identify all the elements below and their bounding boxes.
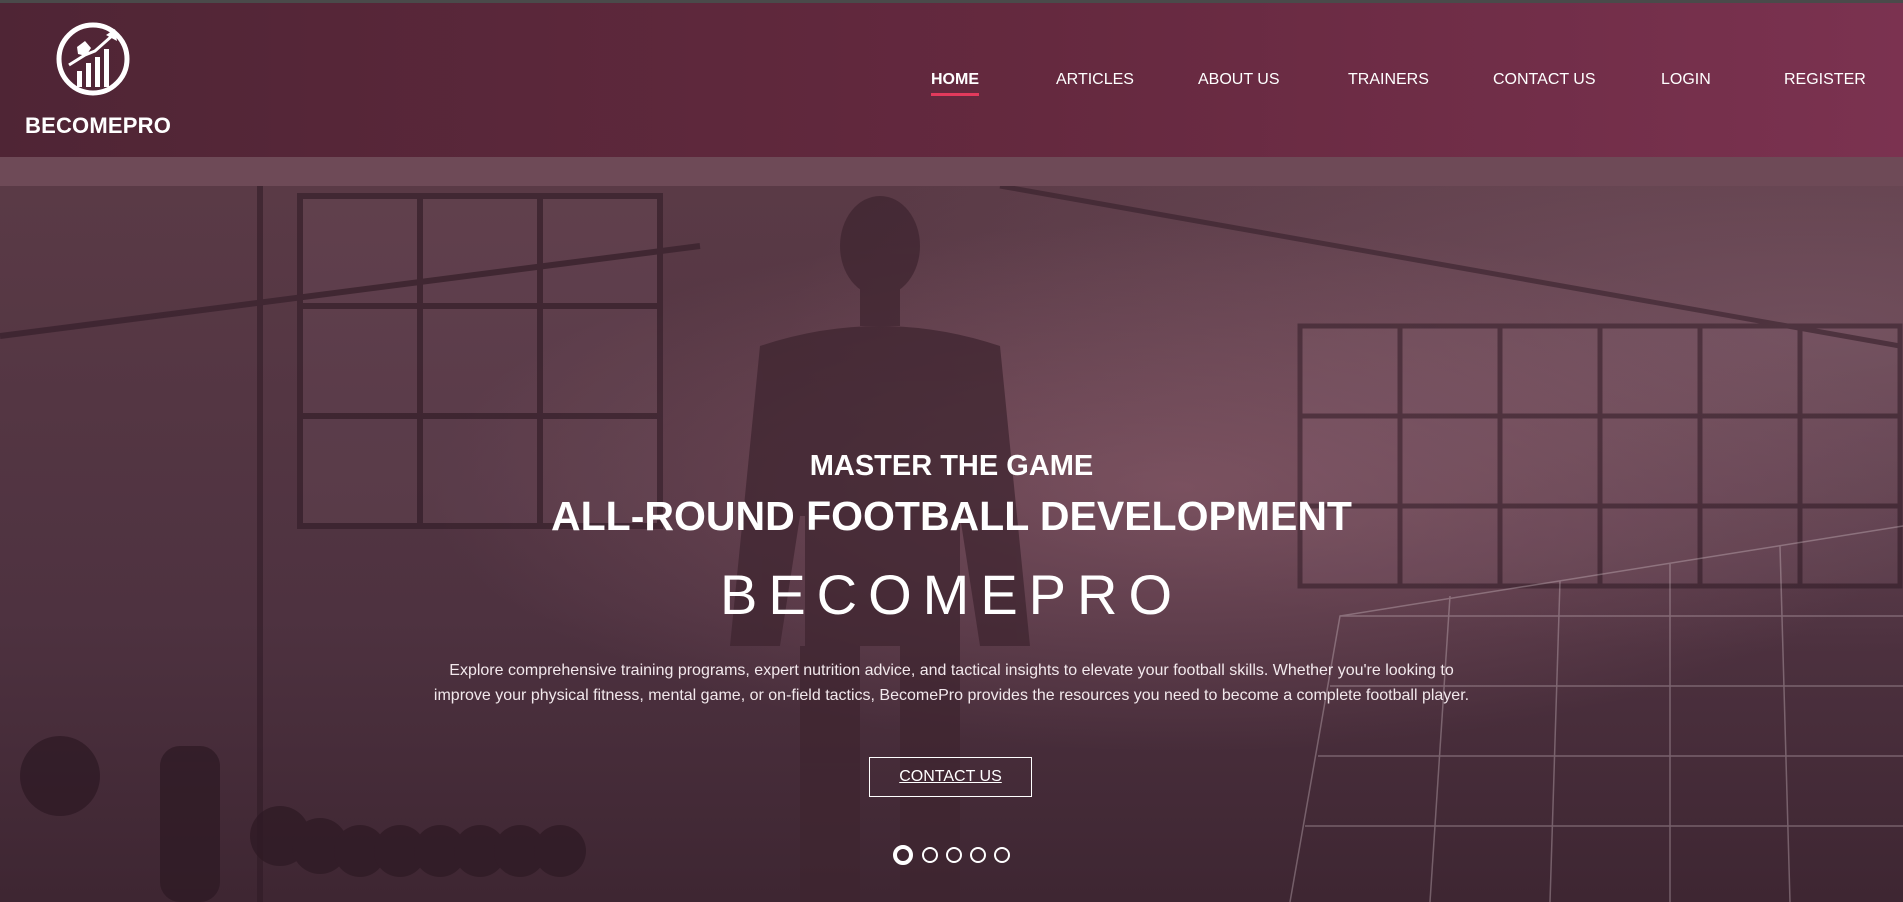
carousel-indicators xyxy=(893,845,1013,867)
header-divider-band xyxy=(0,157,1903,186)
hero-subtitle: MASTER THE GAME xyxy=(809,450,1094,482)
carousel-dot-1[interactable] xyxy=(893,845,913,865)
hero-carousel: MASTER THE GAME ALL-ROUND FOOTBALL DEVEL… xyxy=(0,186,1903,902)
contact-us-button[interactable]: CONTACT US xyxy=(869,757,1032,797)
hero-brand: BECOMEPRO xyxy=(719,563,1184,626)
nav-item-trainers[interactable]: TRAINERS xyxy=(1348,71,1429,93)
site-header: BECOMEPRO HOME ARTICLES ABOUT US TRAINER… xyxy=(0,3,1903,157)
hero-title: ALL-ROUND FOOTBALL DEVELOPMENT xyxy=(551,493,1352,539)
brand-name: BECOMEPRO xyxy=(25,113,172,138)
carousel-dot-3[interactable] xyxy=(946,847,962,863)
nav-item-articles[interactable]: ARTICLES xyxy=(1056,71,1134,93)
nav-item-login[interactable]: LOGIN xyxy=(1661,71,1711,93)
carousel-dot-2[interactable] xyxy=(922,847,938,863)
nav-item-contact-us[interactable]: CONTACT US xyxy=(1493,71,1596,93)
main-nav: HOME ARTICLES ABOUT US TRAINERS CONTACT … xyxy=(0,71,1903,101)
carousel-dot-5[interactable] xyxy=(994,847,1010,863)
carousel-dot-4[interactable] xyxy=(970,847,986,863)
nav-item-about-us[interactable]: ABOUT US xyxy=(1198,71,1280,93)
nav-item-register[interactable]: REGISTER xyxy=(1784,71,1866,93)
hero-description: Explore comprehensive training programs,… xyxy=(433,662,1470,704)
hero-content: MASTER THE GAME ALL-ROUND FOOTBALL DEVEL… xyxy=(0,186,1903,902)
nav-item-home[interactable]: HOME xyxy=(931,71,979,96)
